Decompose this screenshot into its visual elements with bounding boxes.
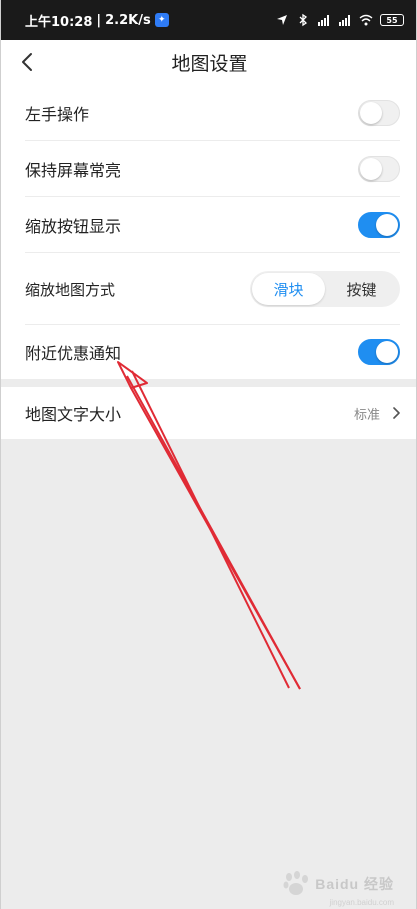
setting-label: 保持屏幕常亮	[25, 161, 122, 180]
baidu-jingyan-watermark: Baidu 经验 jingyan.baidu.com	[281, 871, 394, 907]
bluetooth-icon	[299, 13, 308, 27]
chevron-left-icon	[22, 53, 32, 71]
setting-label: 左手操作	[25, 105, 90, 124]
notification-app-icon: ✦	[154, 13, 169, 27]
status-right: 55	[275, 13, 404, 27]
left-hand-toggle[interactable]	[358, 100, 400, 126]
setting-label: 缩放按钮显示	[25, 217, 122, 236]
status-separator: |	[96, 12, 102, 28]
watermark-url: jingyan.baidu.com	[329, 898, 394, 907]
setting-zoom-mode: 缩放地图方式 滑块 按键	[1, 253, 416, 325]
wifi-icon	[359, 14, 373, 26]
toggle-knob	[376, 341, 398, 363]
network-speed: 2.2K/s	[105, 12, 151, 28]
zoom-buttons-toggle[interactable]	[358, 212, 400, 238]
chevron-right-icon	[393, 407, 400, 419]
zoom-mode-slider-option[interactable]: 滑块	[252, 273, 325, 305]
section-gap	[1, 379, 416, 387]
setting-label: 附近优惠通知	[25, 344, 122, 363]
toggle-knob	[360, 102, 382, 124]
signal-icon	[318, 15, 329, 26]
zoom-mode-keys-option[interactable]: 按键	[325, 273, 398, 305]
toggle-knob	[376, 214, 398, 236]
settings-list: 左手操作 保持屏幕常亮 缩放按钮显示 缩放地图方式 滑块 按键 附近优惠通知 地…	[1, 85, 416, 439]
status-time: 上午10:28	[25, 14, 93, 30]
phone-screen: 上午10:28 | 2.2K/s ✦ 55 地图设置 左手操作 保持屏幕常亮 缩…	[0, 0, 417, 909]
setting-map-text-size[interactable]: 地图文字大小 标准	[1, 387, 416, 439]
signal-icon-2	[339, 15, 350, 26]
header-bar: 地图设置	[1, 40, 416, 85]
battery-indicator: 55	[380, 14, 404, 26]
status-left: 上午10:28 | 2.2K/s ✦	[25, 11, 169, 30]
page-title: 地图设置	[171, 53, 248, 75]
setting-label: 缩放地图方式	[25, 280, 116, 299]
watermark-brand: Baidu 经验	[315, 876, 394, 892]
baidu-paw-icon	[283, 871, 309, 895]
map-text-size-value: 标准	[353, 407, 380, 423]
back-button[interactable]	[13, 48, 41, 76]
setting-left-hand: 左手操作	[1, 85, 416, 141]
nearby-deals-toggle[interactable]	[358, 339, 400, 365]
status-bar: 上午10:28 | 2.2K/s ✦ 55	[1, 0, 416, 40]
zoom-mode-segmented-control: 滑块 按键	[250, 271, 400, 307]
setting-zoom-buttons: 缩放按钮显示	[1, 197, 416, 253]
setting-screen-on: 保持屏幕常亮	[1, 141, 416, 197]
location-icon	[277, 15, 287, 25]
setting-value: 标准	[354, 404, 400, 423]
toggle-knob	[360, 158, 382, 180]
screen-on-toggle[interactable]	[358, 156, 400, 182]
setting-nearby-deals: 附近优惠通知	[1, 325, 416, 379]
setting-label: 地图文字大小	[25, 405, 122, 424]
